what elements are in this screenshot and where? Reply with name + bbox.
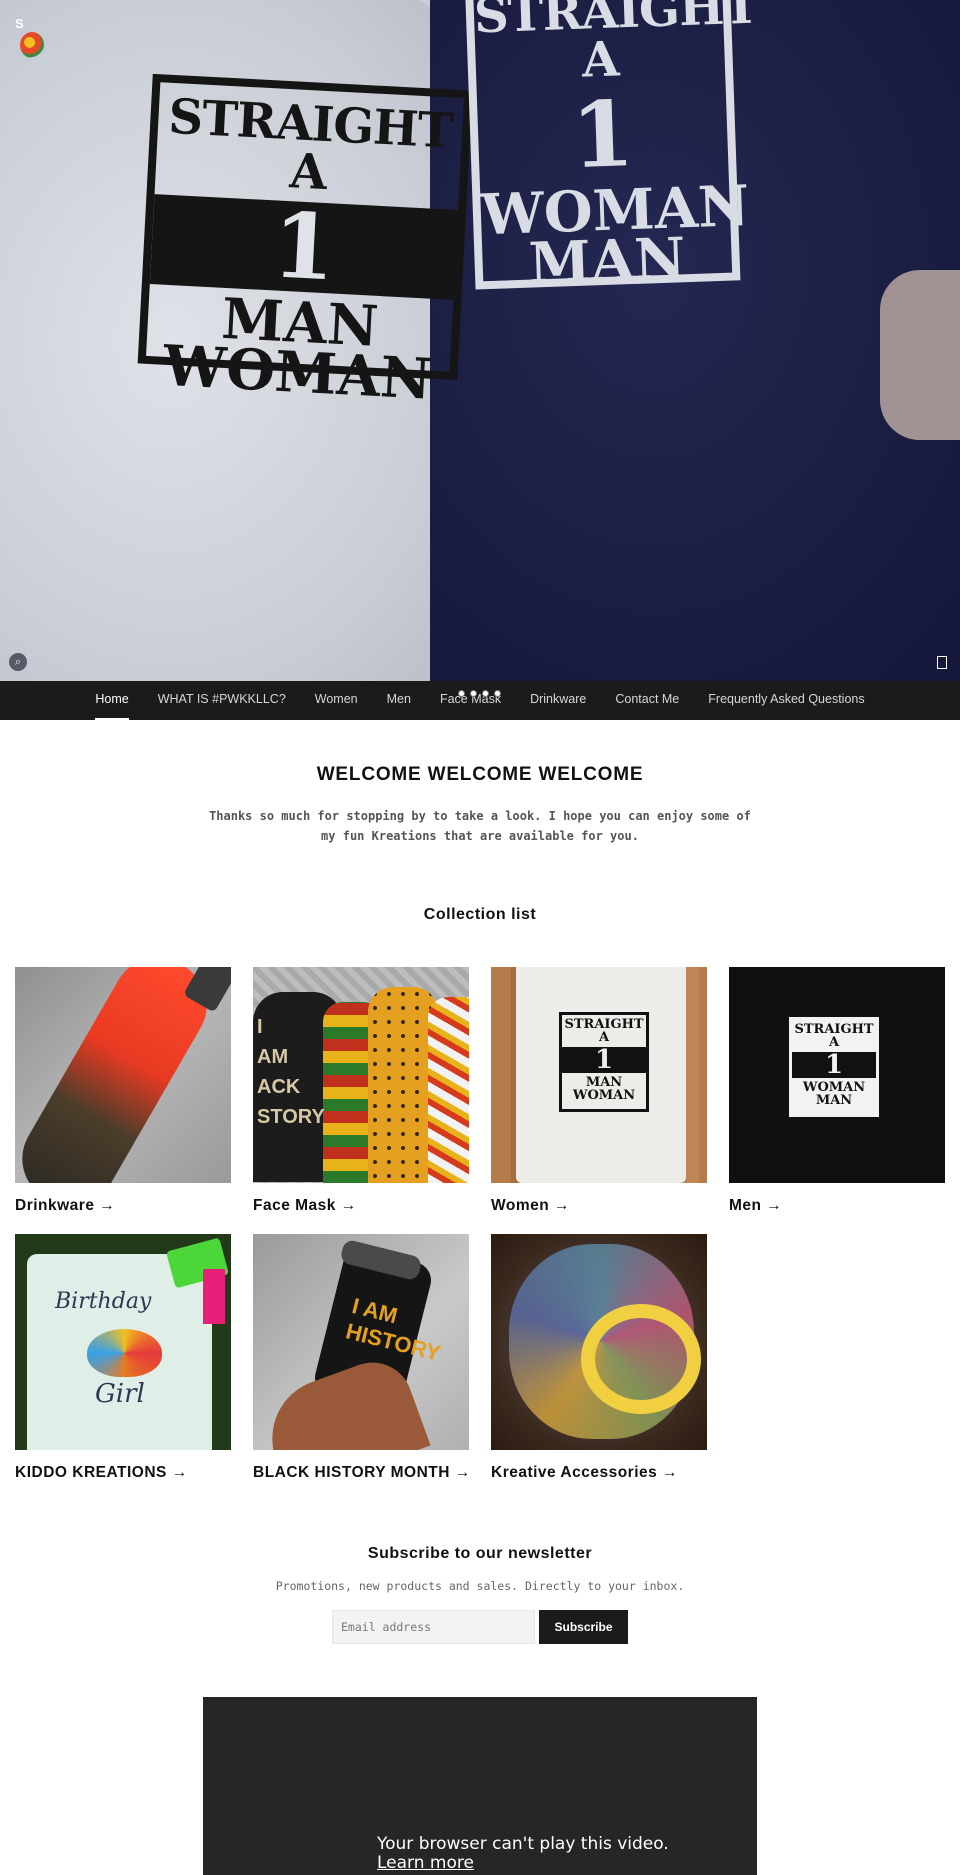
site-logo[interactable]: S [12, 16, 52, 60]
men-print-top: STRAIGHT A [794, 1022, 874, 1050]
nav-item-drinkware[interactable]: Drinkware [530, 681, 586, 720]
collection-label-black-history-month[interactable]: BLACK HISTORY MONTH → [253, 1464, 470, 1482]
nav-item-men[interactable]: Men [387, 681, 411, 720]
collection-card-face-mask[interactable]: I AM ACK STORY Face Mask → [253, 967, 469, 1215]
ribbon-tag [203, 1269, 225, 1324]
collection-image-face-mask[interactable]: I AM ACK STORY [253, 967, 469, 1183]
collection-image-kreative-accessories[interactable] [491, 1234, 707, 1450]
nav-item-women[interactable]: Women [315, 681, 358, 720]
slide-dot[interactable] [482, 690, 489, 697]
women-shirt-print: STRAIGHT A 1 MAN WOMAN [559, 1012, 649, 1112]
video-error-text: Your browser can't play this video. [377, 1834, 669, 1854]
nav-item-contact[interactable]: Contact Me [615, 681, 679, 720]
women-print-number: 1 [562, 1047, 646, 1073]
collection-label-women[interactable]: Women → [491, 1197, 707, 1215]
welcome-text: Thanks so much for stopping by to take a… [209, 809, 751, 843]
collection-label-kreative-accessories[interactable]: Kreative Accessories → [491, 1464, 707, 1482]
hero-print-right-number: 1 [569, 80, 636, 190]
video-fallback-message: Your browser can't play this video. Lear… [377, 1835, 669, 1873]
collection-card-kiddo-kreations[interactable]: Birthday Girl KIDDO KREATIONS → [15, 1234, 231, 1482]
collection-label-face-mask[interactable]: Face Mask → [253, 1197, 469, 1215]
nav-item-faq[interactable]: Frequently Asked Questions [708, 681, 864, 720]
shirt-text-girl: Girl [95, 1379, 145, 1409]
collection-image-kiddo-kreations[interactable]: Birthday Girl [15, 1234, 231, 1450]
collection-image-men[interactable]: STRAIGHT A 1 WOMAN MAN [729, 967, 945, 1183]
main-navigation: Home WHAT IS #PWKKLLC? Women Men Face Ma… [0, 681, 960, 720]
slideshow-dots [458, 690, 501, 697]
nav-item-home[interactable]: Home [95, 681, 130, 720]
hero-print-left-line2: WOMAN [161, 333, 434, 414]
shirt-text-birthday: Birthday [55, 1289, 152, 1314]
collection-image-women[interactable]: STRAIGHT A 1 MAN WOMAN [491, 967, 707, 1183]
hero-print-left-number: 1 [149, 192, 459, 302]
collection-label-drinkware[interactable]: Drinkware → [15, 1197, 231, 1215]
women-print-line2: WOMAN [572, 1088, 636, 1103]
bracelet-ring [581, 1304, 701, 1414]
cart-icon[interactable] [937, 656, 947, 669]
logo-emblem-icon [20, 32, 44, 58]
collection-card-men[interactable]: STRAIGHT A 1 WOMAN MAN Men → [729, 967, 945, 1215]
nav-item-face-mask[interactable]: Face Mask [440, 681, 501, 720]
slide-dot[interactable] [470, 690, 477, 697]
hero-print-right-top: STRAIGHT A [473, 0, 759, 89]
men-shirt-print: STRAIGHT A 1 WOMAN MAN [789, 1017, 879, 1117]
newsletter-title: Subscribe to our newsletter [367, 1545, 593, 1562]
collection-image-drinkware[interactable] [15, 967, 231, 1183]
collection-label-kiddo-kreations[interactable]: KIDDO KREATIONS → [15, 1464, 231, 1482]
collection-list-title: Collection list [423, 906, 537, 923]
subscribe-button[interactable]: Subscribe [539, 1610, 628, 1644]
women-print-top: STRAIGHT A [564, 1017, 644, 1045]
collection-card-kreative-accessories[interactable]: Kreative Accessories → [491, 1234, 707, 1482]
collection-card-drinkware[interactable]: Drinkware → [15, 967, 231, 1215]
collection-label-men[interactable]: Men → [729, 1197, 945, 1215]
hero-print-left: STRAIGHT A 1 MAN WOMAN [137, 73, 473, 413]
mask-print-text: I AM ACK STORY [257, 1016, 325, 1128]
collection-image-black-history-month[interactable]: I AM HISTORY [253, 1234, 469, 1450]
collection-card-women[interactable]: STRAIGHT A 1 MAN WOMAN Women → [491, 967, 707, 1215]
email-field[interactable]: Email address [332, 1610, 535, 1644]
slide-dot[interactable] [458, 690, 465, 697]
men-print-line2: MAN [815, 1093, 853, 1108]
logo-letter: S [15, 16, 24, 31]
collection-card-black-history-month[interactable]: I AM HISTORY BLACK HISTORY MONTH → [253, 1234, 470, 1482]
video-player[interactable]: Your browser can't play this video. Lear… [203, 1697, 757, 1875]
men-print-number: 1 [792, 1052, 876, 1078]
newsletter-text: Promotions, new products and sales. Dire… [275, 1579, 685, 1593]
hero-arm [880, 270, 960, 440]
learn-more-link[interactable]: Learn more [377, 1854, 669, 1873]
hero-slideshow[interactable]: STRAIGHT A 1 MAN WOMAN STRAIGHT A 1 WOMA… [0, 0, 960, 681]
slide-dot[interactable] [494, 690, 501, 697]
search-icon[interactable]: ⌕ [9, 653, 27, 671]
hero-print-left-top: STRAIGHT A [167, 88, 454, 201]
nav-item-what-is[interactable]: WHAT IS #PWKKLLC? [158, 681, 286, 720]
hero-print-right: STRAIGHT A 1 WOMAN MAN [464, 0, 759, 297]
mask-patterned [428, 997, 469, 1183]
welcome-title: WELCOME WELCOME WELCOME [316, 764, 644, 785]
unicorn-graphic [87, 1329, 162, 1377]
